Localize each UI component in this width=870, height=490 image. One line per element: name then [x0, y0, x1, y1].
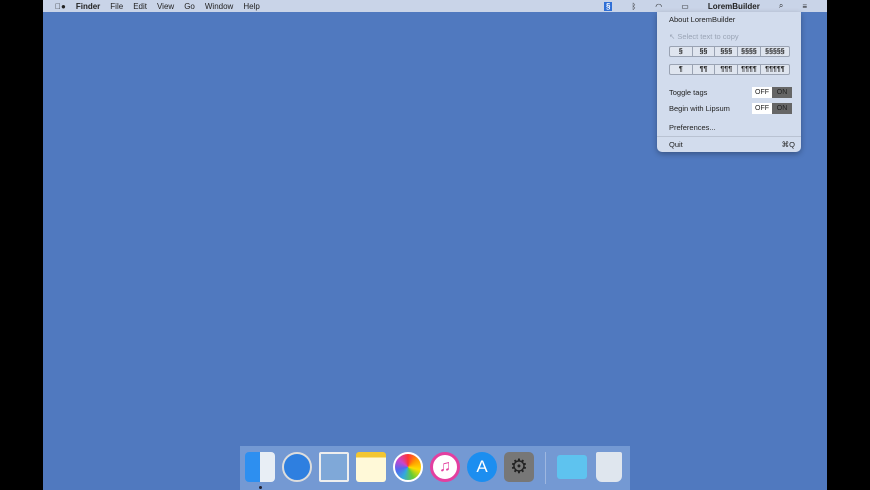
toggle-tags-off[interactable]: OFF [752, 87, 772, 98]
section-buttons: § §§ §§§ §§§§ §§§§§ [669, 46, 790, 57]
section-button-4[interactable]: §§§§ [738, 47, 761, 56]
section-button-3[interactable]: §§§ [715, 47, 739, 56]
battery-icon[interactable]: ▭ [681, 2, 689, 11]
menu-file[interactable]: File [110, 2, 123, 11]
paragraph-button-4[interactable]: ¶¶¶¶ [738, 65, 761, 74]
lorembuilder-menu: About LoremBuilder ↖ Select text to copy… [657, 12, 801, 152]
menu-view[interactable]: View [157, 2, 174, 11]
photos-icon[interactable] [393, 452, 423, 482]
menu-separator [657, 136, 801, 137]
menu-bar: ● Finder File Edit View Go Window Help … [43, 0, 827, 12]
begin-lipsum-off[interactable]: OFF [752, 103, 772, 114]
section-button-1[interactable]: § [670, 47, 693, 56]
paragraph-buttons: ¶ ¶¶ ¶¶¶ ¶¶¶¶ ¶¶¶¶¶ [669, 64, 790, 75]
toggle-tags-switch[interactable]: OFF ON [752, 87, 792, 98]
paragraph-button-2[interactable]: ¶¶ [693, 65, 716, 74]
toggle-tags-on[interactable]: ON [772, 87, 792, 98]
preview-icon[interactable] [319, 452, 349, 482]
paragraph-button-5[interactable]: ¶¶¶¶¶ [761, 65, 789, 74]
section-button-2[interactable]: §§ [693, 47, 716, 56]
notes-icon[interactable] [356, 452, 386, 482]
desktop: ● Finder File Edit View Go Window Help … [43, 0, 827, 490]
menu-window[interactable]: Window [205, 2, 233, 11]
itunes-icon[interactable]: ♫ [430, 452, 460, 482]
section-button-5[interactable]: §§§§§ [761, 47, 789, 56]
menu-item-quit[interactable]: Quit [669, 140, 683, 149]
menu-edit[interactable]: Edit [133, 2, 147, 11]
begin-lipsum-label: Begin with Lipsum [669, 104, 730, 113]
finder-running-indicator [259, 486, 262, 489]
apple-icon[interactable]: ● [55, 2, 66, 11]
menu-app-name[interactable]: Finder [76, 2, 100, 11]
menu-help[interactable]: Help [243, 2, 259, 11]
safari-icon[interactable] [282, 452, 312, 482]
applications-folder-icon[interactable] [557, 455, 587, 479]
lorembuilder-status-icon[interactable]: § [604, 1, 613, 11]
bluetooth-icon[interactable]: ᛒ [631, 2, 636, 11]
paragraph-button-3[interactable]: ¶¶¶ [715, 65, 739, 74]
notification-center-icon[interactable]: ≡ [802, 2, 807, 11]
trash-icon[interactable] [596, 452, 622, 482]
begin-lipsum-on[interactable]: ON [772, 103, 792, 114]
wifi-icon[interactable]: ◠ [655, 2, 662, 11]
dock-divider [545, 452, 546, 484]
dock: ♫ A ⚙ [240, 446, 630, 490]
system-preferences-icon[interactable]: ⚙ [504, 452, 534, 482]
app-store-icon[interactable]: A [467, 452, 497, 482]
menu-item-preferences[interactable]: Preferences... [669, 123, 716, 132]
paragraph-button-1[interactable]: ¶ [670, 65, 693, 74]
menu-item-about[interactable]: About LoremBuilder [669, 15, 735, 24]
begin-lipsum-switch[interactable]: OFF ON [752, 103, 792, 114]
status-app-name: LoremBuilder [707, 1, 760, 11]
finder-icon[interactable] [245, 452, 275, 482]
quit-shortcut: ⌘Q [781, 140, 795, 149]
toggle-tags-label: Toggle tags [669, 88, 708, 97]
menu-go[interactable]: Go [184, 2, 195, 11]
spotlight-icon[interactable]: ⌕ [779, 1, 783, 11]
select-text-hint: ↖ Select text to copy [669, 32, 739, 41]
